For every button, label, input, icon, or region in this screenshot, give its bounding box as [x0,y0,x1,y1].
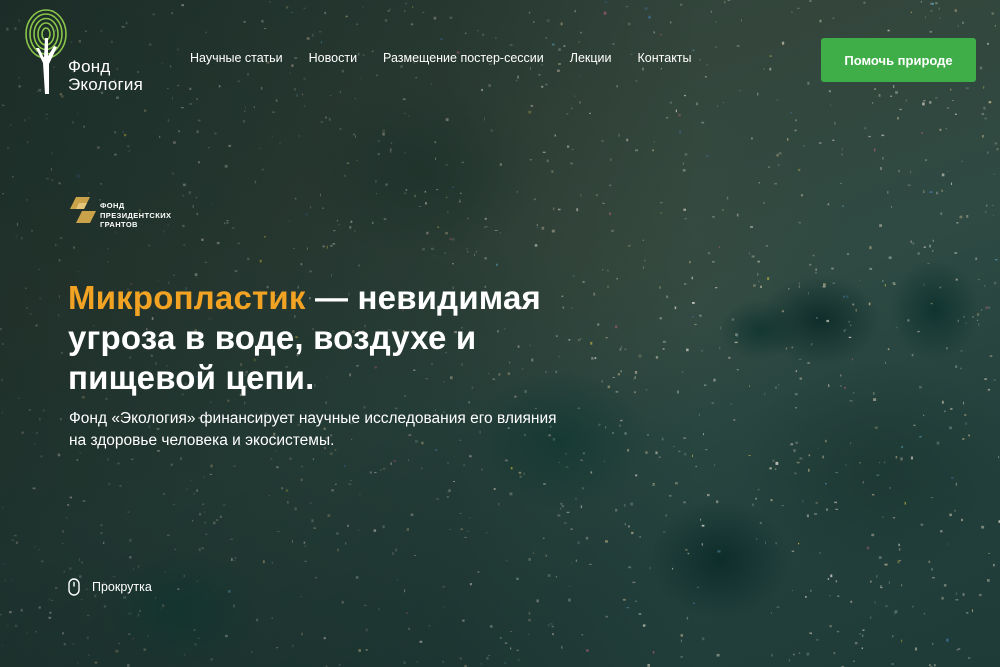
tree-fingerprint-icon [25,9,67,94]
nav-item-news[interactable]: Новости [309,51,357,65]
grants-line-3: ГРАНТОВ [100,220,138,229]
grants-line-1: ФОНД [100,201,125,210]
logo[interactable]: Фонд Экология [24,8,164,98]
hero-subtitle: Фонд «Экология» финансирует научные иссл… [69,410,557,449]
hero-section: Фонд Экология Научные статьи Новости Раз… [0,0,1000,667]
main-nav: Научные статьи Новости Размещение постер… [190,51,692,65]
mouse-icon [68,578,80,596]
help-nature-button[interactable]: Помочь природе [821,38,976,82]
nav-item-articles[interactable]: Научные статьи [190,51,283,65]
grants-emblem-icon [70,197,96,223]
grants-line-2: ПРЕЗИДЕНТСКИХ [100,210,172,220]
logo-text: Фонд Экология [68,58,143,94]
hero-headline: Микропластик — невидимая угроза в воде, … [68,278,628,398]
nav-item-poster-session[interactable]: Размещение постер-сессии [383,51,544,65]
headline-accent: Микропластик [68,279,306,316]
grants-text: ФОНД ПРЕЗИДЕНТСКИХ ГРАНТОВ [100,201,171,230]
scroll-label: Прокрутка [92,580,152,594]
presidential-grants-badge[interactable]: ФОНД ПРЕЗИДЕНТСКИХ ГРАНТОВ [70,195,171,230]
logo-line-2: Экология [68,75,143,94]
scroll-indicator[interactable]: Прокрутка [68,578,152,596]
nav-item-lectures[interactable]: Лекции [570,51,612,65]
logo-line-1: Фонд [68,57,111,76]
nav-item-contacts[interactable]: Контакты [638,51,692,65]
